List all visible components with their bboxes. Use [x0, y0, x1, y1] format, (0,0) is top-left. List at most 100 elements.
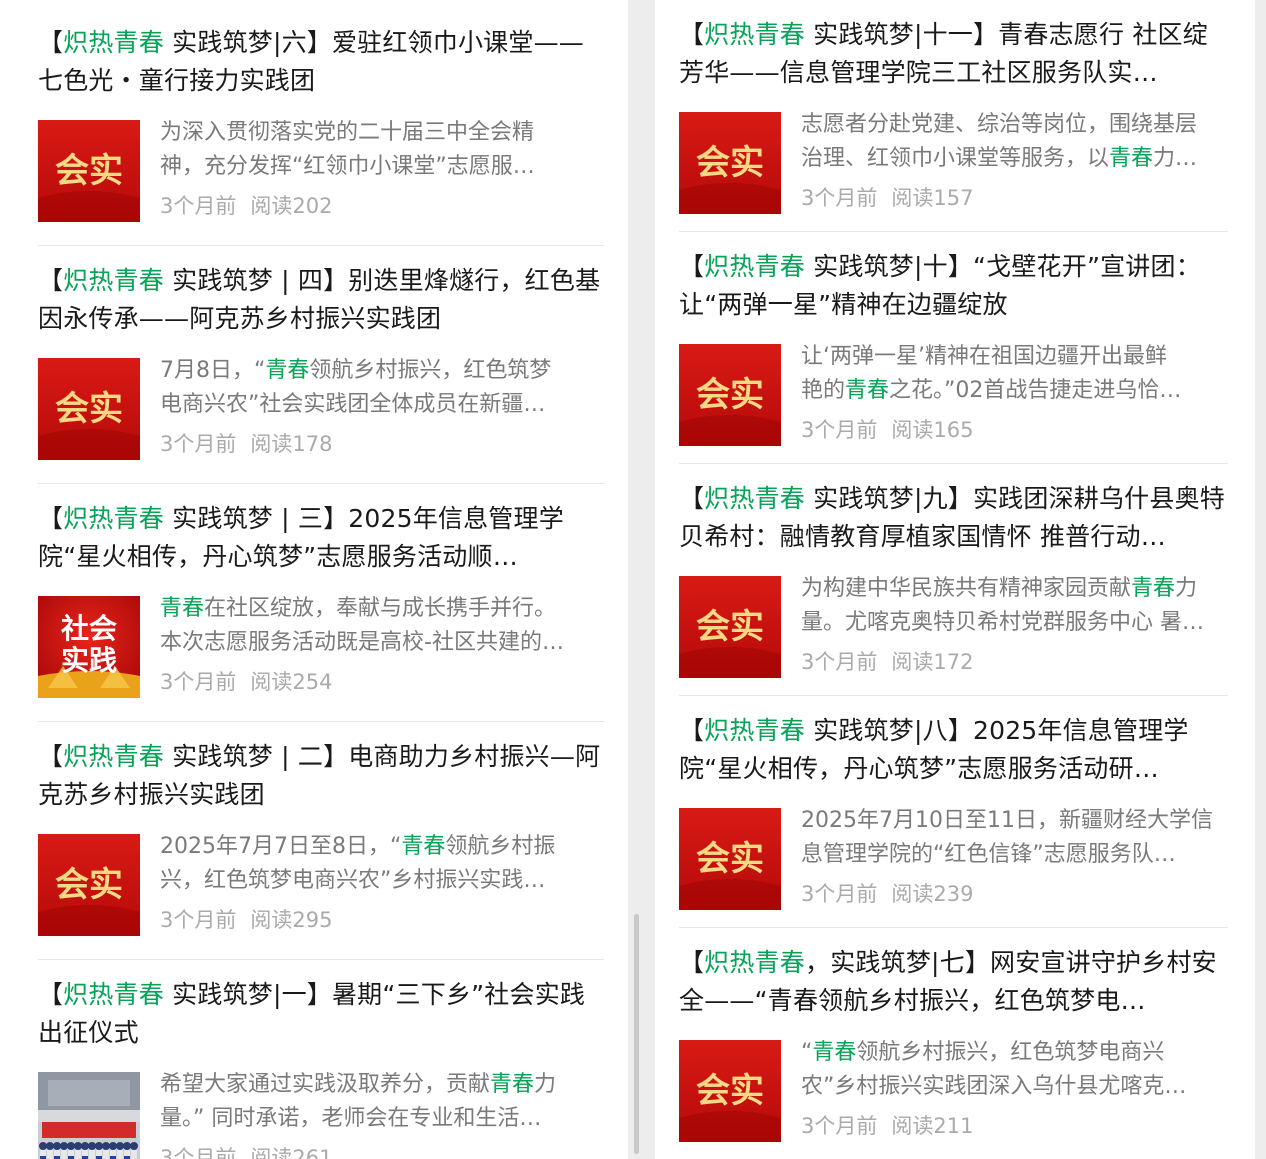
article-title[interactable]: 【炽热青春，实践筑梦|七】网安宣讲守护乡村安全——“青春领航乡村振兴，红色筑梦电…	[679, 928, 1228, 1020]
banner-text: 会实	[55, 865, 123, 905]
summary-text: 志愿者分赴党建、综治等岗位，围绕基层	[801, 112, 1198, 137]
banner-text: 会实	[696, 143, 764, 183]
summary-highlight: 青春	[265, 358, 310, 383]
article-title[interactable]: 【炽热青春 实践筑梦|十】“戈壁花开”宣讲团：让“两弹一星”精神在边疆绽放	[679, 232, 1228, 324]
summary-line-1: “青春领航乡村振兴，红色筑梦电商兴	[801, 1036, 1228, 1070]
read-count: 阅读178	[250, 432, 333, 456]
article-title[interactable]: 【炽热青春 实践筑梦|八】2025年信息管理学院“星火相传，丹心筑梦”志愿服务活…	[679, 696, 1228, 788]
summary-line-1: 让‘两弹一星’精神在祖国边疆开出最鲜	[801, 340, 1228, 374]
article-thumbnail[interactable]: 会实	[679, 576, 781, 678]
read-count: 阅读254	[250, 670, 333, 694]
summary-highlight: 青春	[490, 1072, 535, 1097]
title-bracket: 【	[38, 980, 64, 1009]
scrollbar-thumb[interactable]	[634, 914, 639, 1154]
title-bracket: 【	[38, 266, 64, 295]
title-bracket: 【	[679, 20, 705, 49]
article-card[interactable]: 【炽热青春 实践筑梦|八】2025年信息管理学院“星火相传，丹心筑梦”志愿服务活…	[679, 696, 1228, 928]
title-highlight: 炽热青春	[63, 266, 165, 295]
article-thumbnail[interactable]	[38, 1072, 140, 1159]
article-title[interactable]: 【炽热青春 实践筑梦|十一】青春志愿行 社区绽芳华——信息管理学院三工社区服务队…	[679, 0, 1228, 92]
publish-time: 3个月前	[801, 1114, 878, 1138]
article-summary: 2025年7月7日至8日，“青春领航乡村振 兴，红色筑梦电商兴农”乡村振兴实践…	[160, 830, 604, 898]
banner-text: 会实	[696, 607, 764, 647]
summary-line-1: 7月8日，“青春领航乡村振兴，红色筑梦	[160, 354, 604, 388]
article-meta: 3个月前 阅读254	[160, 666, 332, 696]
title-bracket: 【	[679, 252, 705, 281]
summary-text: 量。” 同时承诺，老师会在专业和生活…	[160, 1106, 542, 1131]
article-summary: 希望大家通过实践汲取养分，贡献青春力 量。” 同时承诺，老师会在专业和生活…	[160, 1068, 604, 1136]
summary-text: 2025年7月7日至8日，“	[160, 834, 402, 859]
article-list-left: 【炽热青春 实践筑梦|六】爱驻红领巾小课堂——七色光・童行接力实践团 会实 为深…	[0, 0, 628, 1159]
social-practice-banner-image: 会实	[679, 576, 781, 678]
title-highlight: 炽热青春	[704, 252, 806, 281]
article-summary: 青春在社区绽放，奉献与成长携手并行。 本次志愿服务活动既是高校-社区共建的…	[160, 592, 604, 660]
publish-time: 3个月前	[160, 432, 237, 456]
summary-text: 力	[534, 1072, 557, 1097]
summary-text: 量。尤喀克奥特贝希村党群服务中心 暑…	[801, 610, 1204, 635]
summary-line-2: 本次志愿服务活动既是高校-社区共建的…	[160, 626, 604, 660]
article-meta: 3个月前 阅读178	[160, 428, 332, 458]
read-count: 阅读157	[891, 186, 974, 210]
summary-line-1: 为深入贯彻落实党的二十届三中全会精	[160, 116, 604, 150]
title-highlight: 炽热青春	[704, 20, 806, 49]
summary-highlight: 青春	[1109, 146, 1154, 171]
summary-line-1: 2025年7月10日至11日，新疆财经大学信	[801, 804, 1228, 838]
summary-line-2: 艳的青春之花。”02首战告捷走进乌恰…	[801, 374, 1228, 408]
article-card[interactable]: 【炽热青春 实践筑梦 | 二】电商助力乡村振兴—阿克苏乡村振兴实践团 会实 20…	[38, 722, 604, 960]
summary-text: 神，充分发挥“红领巾小课堂”志愿服…	[160, 154, 535, 179]
article-title[interactable]: 【炽热青春 实践筑梦 | 三】2025年信息管理学院“星火相传，丹心筑梦”志愿服…	[38, 484, 604, 576]
article-card[interactable]: 【炽热青春 实践筑梦 | 三】2025年信息管理学院“星火相传，丹心筑梦”志愿服…	[38, 484, 604, 722]
article-thumbnail[interactable]: 会实	[679, 112, 781, 214]
social-practice-badge-image: 社会 实践	[38, 596, 140, 698]
article-meta: 3个月前 阅读211	[801, 1110, 973, 1140]
article-title[interactable]: 【炽热青春 实践筑梦|六】爱驻红领巾小课堂——七色光・童行接力实践团	[38, 8, 604, 100]
article-title[interactable]: 【炽热青春 实践筑梦 | 四】别迭里烽燧行，红色基因永传承——阿克苏乡村振兴实践…	[38, 246, 604, 338]
social-practice-banner-image: 会实	[679, 808, 781, 910]
summary-line-1: 志愿者分赴党建、综治等岗位，围绕基层	[801, 108, 1228, 142]
title-highlight: 炽热青春	[63, 504, 165, 533]
article-card[interactable]: 【炽热青春 实践筑梦|十一】青春志愿行 社区绽芳华——信息管理学院三工社区服务队…	[679, 0, 1228, 232]
article-meta: 3个月前 阅读165	[801, 414, 973, 444]
article-thumbnail[interactable]: 会实	[38, 834, 140, 936]
article-thumbnail[interactable]: 会实	[679, 344, 781, 446]
summary-line-2: 量。尤喀克奥特贝希村党群服务中心 暑…	[801, 606, 1228, 640]
read-count: 阅读165	[891, 418, 974, 442]
article-card[interactable]: 【炽热青春 实践筑梦|九】实践团深耕乌什县奥特贝希村：融情教育厚植家国情怀 推普…	[679, 464, 1228, 696]
article-card[interactable]: 【炽热青春 实践筑梦|十】“戈壁花开”宣讲团：让“两弹一星”精神在边疆绽放 会实…	[679, 232, 1228, 464]
article-thumbnail[interactable]: 会实	[679, 808, 781, 910]
banner-text: 会实	[696, 1071, 764, 1111]
article-card[interactable]: 【炽热青春 实践筑梦|一】暑期“三下乡”社会实践出征仪式 希望大家通过实践汲取养…	[38, 960, 604, 1159]
read-count: 阅读211	[891, 1114, 974, 1138]
article-body: 会实 为深入贯彻落实党的二十届三中全会精 神，充分发挥“红领巾小课堂”志愿服… 3个…	[38, 100, 604, 240]
group-photo-image	[38, 1072, 140, 1159]
article-card[interactable]: 【炽热青春 实践筑梦|六】爱驻红领巾小课堂——七色光・童行接力实践团 会实 为深…	[38, 8, 604, 246]
summary-highlight: 青春	[160, 596, 205, 621]
title-bracket: 【	[38, 28, 64, 57]
summary-text: 让‘两弹一星’精神在祖国边疆开出最鲜	[801, 344, 1167, 369]
summary-line-2: 电商兴农”社会实践团全体成员在新疆…	[160, 388, 604, 422]
publish-time: 3个月前	[160, 908, 237, 932]
article-thumbnail[interactable]: 会实	[38, 358, 140, 460]
article-meta: 3个月前 阅读157	[801, 182, 973, 212]
article-title[interactable]: 【炽热青春 实践筑梦|九】实践团深耕乌什县奥特贝希村：融情教育厚植家国情怀 推普…	[679, 464, 1228, 556]
title-bracket: 【	[38, 742, 64, 771]
article-summary: 让‘两弹一星’精神在祖国边疆开出最鲜艳的青春之花。”02首战告捷走进乌恰…	[801, 340, 1228, 408]
summary-text: “	[801, 1040, 813, 1065]
summary-text: 力…	[1153, 146, 1198, 171]
article-meta: 3个月前 阅读239	[801, 878, 973, 908]
article-body: 会实 7月8日，“青春领航乡村振兴，红色筑梦 电商兴农”社会实践团全体成员在新疆……	[38, 338, 604, 478]
article-title[interactable]: 【炽热青春 实践筑梦 | 二】电商助力乡村振兴—阿克苏乡村振兴实践团	[38, 722, 604, 814]
article-thumbnail[interactable]: 社会 实践	[38, 596, 140, 698]
summary-text: 治理、红领巾小课堂等服务，以	[801, 146, 1110, 171]
summary-line-1: 2025年7月7日至8日，“青春领航乡村振	[160, 830, 604, 864]
article-card[interactable]: 【炽热青春 实践筑梦 | 四】别迭里烽燧行，红色基因永传承——阿克苏乡村振兴实践…	[38, 246, 604, 484]
article-thumbnail[interactable]: 会实	[679, 1040, 781, 1142]
article-thumbnail[interactable]: 会实	[38, 120, 140, 222]
article-summary: “青春领航乡村振兴，红色筑梦电商兴 农”乡村振兴实践团深入乌什县尤喀克…	[801, 1036, 1228, 1104]
summary-text: 艳的	[801, 378, 846, 403]
article-body: 会实 志愿者分赴党建、综治等岗位，围绕基层 治理、红领巾小课堂等服务，以青春力… 3…	[679, 92, 1228, 232]
article-card[interactable]: 【炽热青春，实践筑梦|七】网安宣讲守护乡村安全——“青春领航乡村振兴，红色筑梦电…	[679, 928, 1228, 1159]
article-body: 会实 2025年7月7日至8日，“青春领航乡村振 兴，红色筑梦电商兴农”乡村振兴实…	[38, 814, 604, 954]
summary-text: 息管理学院的“红色信锋”志愿服务队…	[801, 842, 1176, 867]
article-title[interactable]: 【炽热青春 实践筑梦|一】暑期“三下乡”社会实践出征仪式	[38, 960, 604, 1052]
